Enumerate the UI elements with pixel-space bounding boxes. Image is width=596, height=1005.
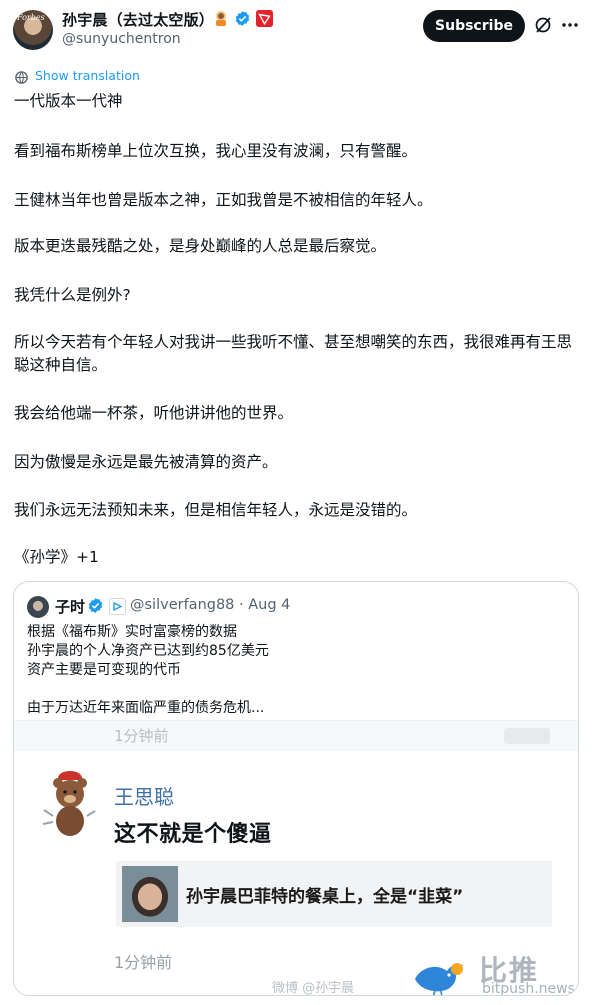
post-text-line: 因为傲慢是永远是最先被清算的资产。 xyxy=(14,453,278,471)
quoted-text-line: 资产主要是可变现的代币 xyxy=(27,662,181,678)
quoted-author-name[interactable]: 子时 xyxy=(55,596,85,617)
subscribe-button[interactable]: Subscribe xyxy=(423,10,525,42)
quoted-text-line xyxy=(27,680,567,699)
cropped-time-label: 1分钟前 xyxy=(114,727,169,745)
quoted-text-line: 孙宇晨的个人净资产已达到约85亿美元 xyxy=(27,643,269,659)
weibo-comment-text: 这不就是个傻逼 xyxy=(114,822,272,847)
quoted-tweet[interactable]: 子时 @silverfang88 · Aug 4 根据《福布斯》实时富豪榜的数据… xyxy=(13,581,579,996)
post-text-line: 我会给他端一杯茶，听他讲讲他的世界。 xyxy=(14,404,294,422)
post-text-line: 所以今天若有个年轻人对我讲一些我听不懂、甚至想嘲笑的东西，我很难再有王思聪这种自… xyxy=(14,333,573,374)
bitpush-url-watermark: bitpush.news xyxy=(482,981,575,996)
post-text-line: 版本更迭最残酷之处，是身处巅峰的人总是最后察觉。 xyxy=(14,237,387,255)
translate-icon xyxy=(15,71,28,84)
cropped-previous-comment: 1分钟前 xyxy=(14,721,578,751)
post-text-line: 一代版本一代神 xyxy=(14,92,123,110)
quoted-text-line: 根据《福布斯》实时富豪榜的数据 xyxy=(27,624,237,640)
author-avatar[interactable]: Forbes xyxy=(13,10,53,50)
avatar-magazine-text: Forbes xyxy=(17,13,45,22)
show-translation-label: Show translation xyxy=(35,68,140,83)
quoted-author-avatar[interactable] xyxy=(27,596,49,618)
verified-badge-icon xyxy=(235,11,250,26)
bear-avatar-icon xyxy=(42,771,96,836)
tweet-header: Forbes 孙宇晨（去过太空版） @sunyuchentron Subscri… xyxy=(0,0,596,60)
verified-badge-icon xyxy=(88,598,103,613)
post-text-line: 王健林当年也曾是版本之神，正如我曾是不被相信的年轻人。 xyxy=(14,191,433,209)
post-text-line: 我们永远无法预知未来，但是相信年轻人，永远是没错的。 xyxy=(14,501,418,519)
astronaut-emoji-icon xyxy=(216,11,226,26)
author-display-name[interactable]: 孙宇晨（去过太空版） xyxy=(62,9,214,30)
grok-icon[interactable] xyxy=(533,15,553,35)
affiliate-badge-icon xyxy=(109,598,126,615)
reposted-photo-thumbnail xyxy=(122,866,178,922)
author-handle[interactable]: @sunyuchentron xyxy=(62,31,181,47)
tron-logo-icon xyxy=(256,10,273,27)
post-text-line: 看到福布斯榜单上位次互换，我心里没有波澜，只有警醒。 xyxy=(14,142,418,160)
post-text-line: 《孙学》+1 xyxy=(14,548,99,566)
weibo-reposted-card: 孙宇晨巴菲特的餐桌上，全是“韭菜” xyxy=(116,861,552,927)
quoted-media-image[interactable]: 1分钟前 王思聪 这不就是个傻逼 孙宇晨巴菲特的餐桌上，全是“韭菜” 1分钟前 … xyxy=(14,720,578,996)
weibo-watermark: 微博 @孙宇晨 xyxy=(272,981,355,996)
quoted-handle-date[interactable]: @silverfang88 · Aug 4 xyxy=(130,597,290,613)
post-text-line: 我凭什么是例外? xyxy=(14,286,131,304)
quoted-text-line: 由于万达近年来面临严重的债务危机... xyxy=(27,700,265,716)
cropped-button xyxy=(504,728,550,744)
reposted-text: 孙宇晨巴菲特的餐桌上，全是“韭菜” xyxy=(186,887,464,907)
quoted-text: 根据《福布斯》实时富豪榜的数据 孙宇晨的个人净资产已达到约85亿美元 资产主要是… xyxy=(27,623,567,718)
bitpush-bird-logo-icon xyxy=(415,963,463,995)
weibo-comment-time: 1分钟前 xyxy=(114,953,173,972)
more-options-icon[interactable] xyxy=(560,15,580,35)
weibo-commenter-name: 王思聪 xyxy=(114,785,174,809)
